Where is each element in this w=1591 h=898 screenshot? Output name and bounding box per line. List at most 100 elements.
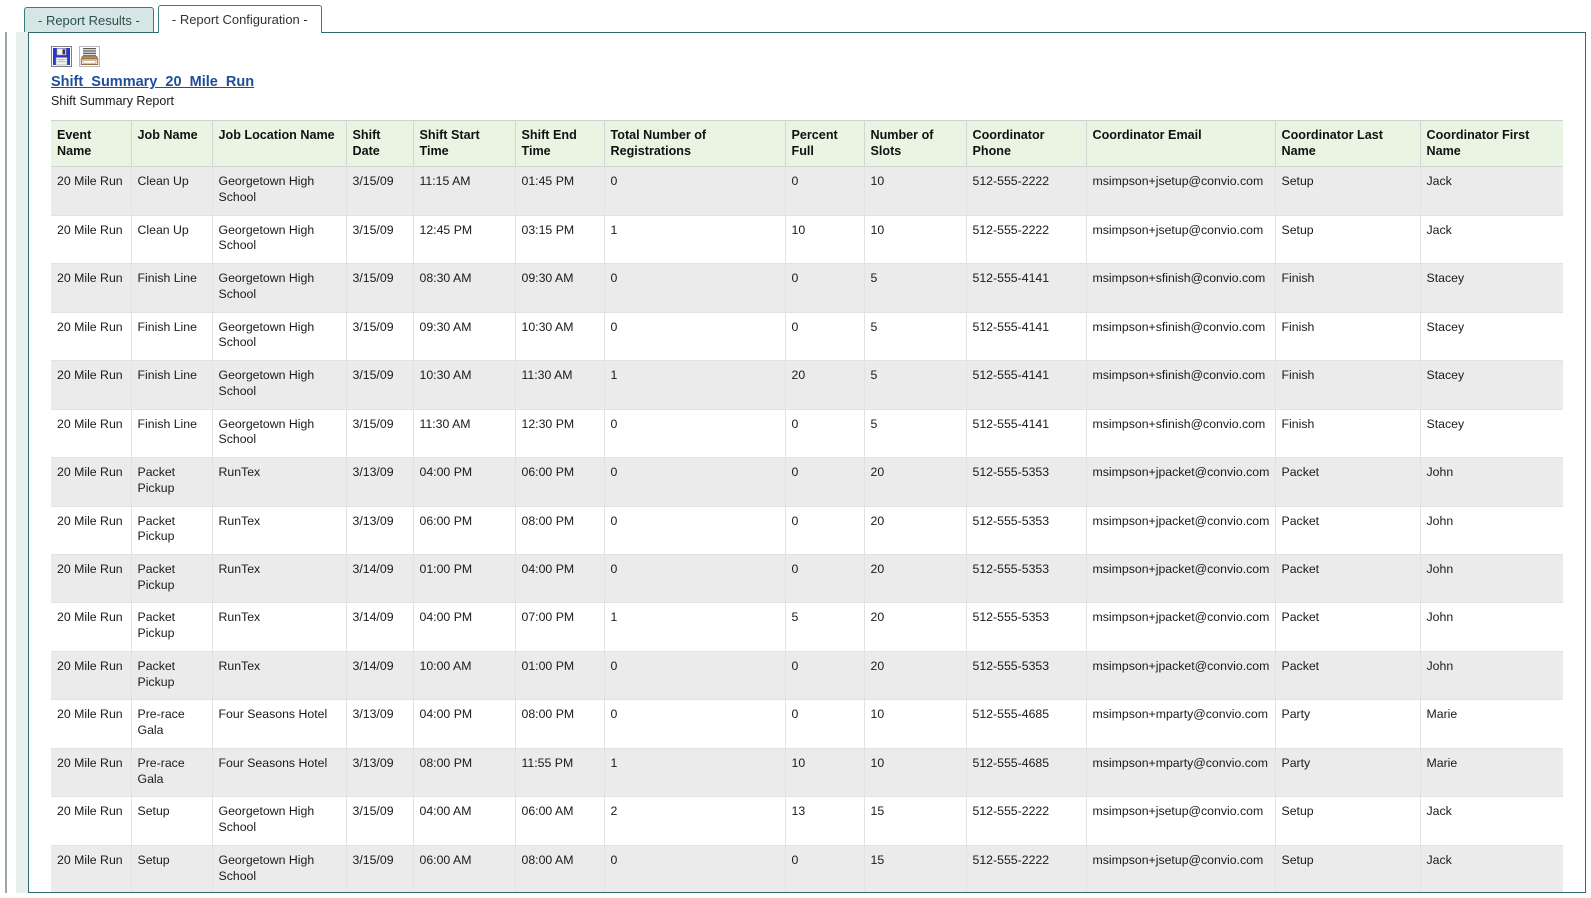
table-cell: Stacey xyxy=(1420,409,1563,459)
column-header: Event Name xyxy=(51,119,132,168)
table-row: 20 Mile Run Finish Line Georgetown High Sc… xyxy=(51,360,1563,410)
table-row: 20 Mile Run Finish Line Georgetown High Sc… xyxy=(51,312,1563,362)
table-cell: 20 xyxy=(864,651,967,701)
table-cell: 11:55 PM xyxy=(515,748,605,798)
table-row: 20 Mile Run Packet Pickup RunTex 3/13/09 06:… xyxy=(51,506,1563,555)
table-cell: 20 Mile Run xyxy=(51,506,132,555)
table-cell: 04:00 PM xyxy=(413,457,516,507)
table-cell: 512-555-4685 xyxy=(966,748,1087,798)
table-cell: 11:30 AM xyxy=(515,360,605,410)
table-cell: 20 Mile Run xyxy=(51,699,132,749)
table-cell: 12:30 PM xyxy=(515,409,605,459)
report-toolbar xyxy=(29,33,1585,67)
table-cell: 20 Mile Run xyxy=(51,312,132,362)
table-cell: 20 Mile Run xyxy=(51,263,132,313)
table-cell: 10:00 AM xyxy=(413,651,516,701)
table-cell: Party xyxy=(1275,699,1421,749)
table-cell: Finish Line xyxy=(131,409,213,459)
column-header: Job Location Name xyxy=(212,119,347,168)
table-cell: Setup xyxy=(131,845,213,892)
table-cell: 512-555-5353 xyxy=(966,506,1087,555)
table-cell: Clean Up xyxy=(131,215,213,265)
table-cell: 20 Mile Run xyxy=(51,457,132,507)
table-cell: RunTex xyxy=(212,506,347,555)
column-header: Shift Date xyxy=(346,119,414,168)
table-cell: 04:00 PM xyxy=(515,554,605,604)
table-cell: Packet Pickup xyxy=(131,602,213,652)
table-cell: Georgetown High School xyxy=(212,796,347,846)
table-cell: msimpson+mparty@convio.com xyxy=(1086,748,1276,798)
table-cell: 12:45 PM xyxy=(413,215,516,265)
table-cell: Packet xyxy=(1275,506,1421,555)
table-cell: John xyxy=(1420,554,1563,604)
table-cell: 512-555-5353 xyxy=(966,554,1087,604)
table-cell: 512-555-4141 xyxy=(966,312,1087,362)
table-cell: 1 xyxy=(604,215,786,265)
table-row: 20 Mile Run Finish Line Georgetown High Sc… xyxy=(51,263,1563,313)
table-cell: 11:15 AM xyxy=(413,166,516,216)
table-cell: msimpson+jpacket@convio.com xyxy=(1086,651,1276,701)
table-cell: msimpson+mparty@convio.com xyxy=(1086,699,1276,749)
floppy-disk-save-icon[interactable] xyxy=(51,46,72,67)
table-cell: 07:00 PM xyxy=(515,602,605,652)
table-cell: Jack xyxy=(1420,215,1563,265)
table-cell: 5 xyxy=(864,263,967,313)
table-cell: Party xyxy=(1275,748,1421,798)
table-cell: 512-555-2222 xyxy=(966,215,1087,265)
table-cell: msimpson+sfinish@convio.com xyxy=(1086,409,1276,459)
tab-report-results[interactable]: - Report Results - xyxy=(24,7,154,33)
table-cell: 15 xyxy=(864,796,967,846)
table-cell: Setup xyxy=(1275,166,1421,216)
table-cell: 10 xyxy=(785,748,865,798)
table-cell: 04:00 PM xyxy=(413,602,516,652)
table-cell: msimpson+jsetup@convio.com xyxy=(1086,166,1276,216)
table-cell: 10 xyxy=(864,748,967,798)
table-cell: msimpson+jpacket@convio.com xyxy=(1086,457,1276,507)
table-cell: 04:00 AM xyxy=(413,796,516,846)
table-cell: Finish Line xyxy=(131,312,213,362)
table-cell: 1 xyxy=(604,602,786,652)
table-row: 20 Mile Run Packet Pickup RunTex 3/14/09 01:… xyxy=(51,554,1563,604)
table-cell: 3/15/09 xyxy=(346,166,414,216)
table-cell: Finish xyxy=(1275,360,1421,410)
table-cell: Packet Pickup xyxy=(131,506,213,555)
printer-icon[interactable] xyxy=(79,46,100,67)
table-cell: 5 xyxy=(864,312,967,362)
table-cell: Jack xyxy=(1420,796,1563,846)
table-cell: Packet xyxy=(1275,457,1421,507)
column-header: Job Name xyxy=(131,119,213,168)
table-cell: 512-555-2222 xyxy=(966,166,1087,216)
report-table-wrapper: Event Name Job Name Job Location Name Shift… xyxy=(51,119,1563,892)
table-cell: 20 Mile Run xyxy=(51,554,132,604)
table-cell: 04:00 PM xyxy=(413,699,516,749)
table-cell: 0 xyxy=(785,845,865,892)
report-name-link[interactable]: Shift_Summary_20_Mile_Run xyxy=(51,74,254,90)
table-cell: 3/15/09 xyxy=(346,263,414,313)
table-cell: John xyxy=(1420,602,1563,652)
table-cell: 3/15/09 xyxy=(346,360,414,410)
table-cell: 20 xyxy=(864,602,967,652)
table-cell: Marie xyxy=(1420,748,1563,798)
table-cell: 512-555-5353 xyxy=(966,602,1087,652)
table-cell: 20 xyxy=(785,360,865,410)
table-cell: Finish Line xyxy=(131,263,213,313)
table-cell: 20 Mile Run xyxy=(51,602,132,652)
table-cell: Finish xyxy=(1275,409,1421,459)
table-cell: Georgetown High School xyxy=(212,263,347,313)
table-cell: Packet Pickup xyxy=(131,651,213,701)
table-cell: Stacey xyxy=(1420,360,1563,410)
table-cell: 512-555-5353 xyxy=(966,651,1087,701)
table-cell: 3/15/09 xyxy=(346,312,414,362)
table-cell: Georgetown High School xyxy=(212,215,347,265)
table-cell: Marie xyxy=(1420,699,1563,749)
report-scroll-area[interactable]: Shift_Summary_20_Mile_Run Shift Summary … xyxy=(29,33,1585,892)
table-cell: John xyxy=(1420,506,1563,555)
table-cell: Stacey xyxy=(1420,312,1563,362)
table-cell: 3/15/09 xyxy=(346,409,414,459)
table-cell: 09:30 AM xyxy=(413,312,516,362)
table-cell: msimpson+jpacket@convio.com xyxy=(1086,554,1276,604)
table-cell: msimpson+sfinish@convio.com xyxy=(1086,263,1276,313)
tab-report-configuration[interactable]: - Report Configuration - xyxy=(157,5,322,33)
table-cell: 01:00 PM xyxy=(515,651,605,701)
table-cell: 11:30 AM xyxy=(413,409,516,459)
